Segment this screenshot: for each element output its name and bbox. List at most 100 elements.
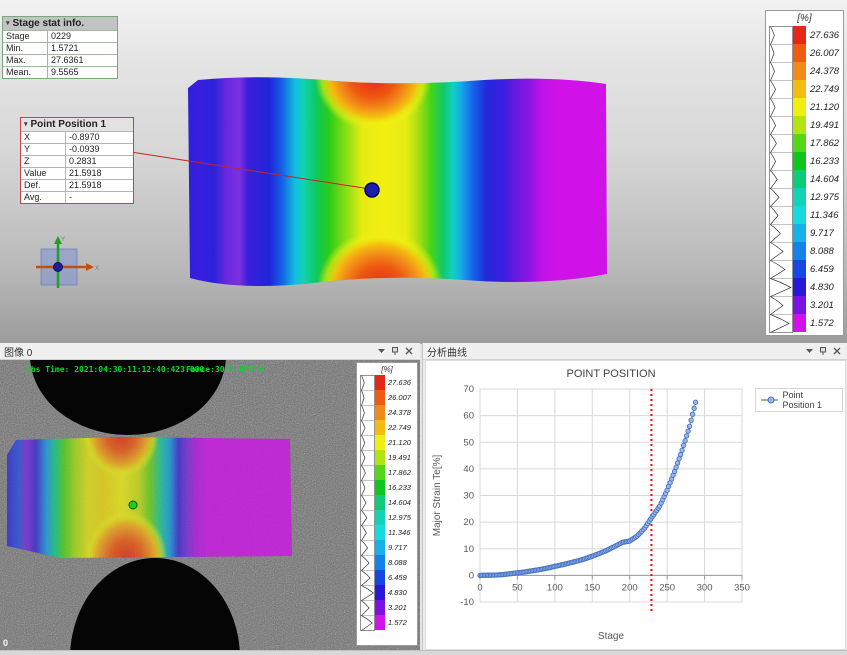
coordinate-triad[interactable]: Y X [22, 234, 102, 298]
panel-menu-icon[interactable] [374, 345, 388, 357]
x-axis-arrowhead [86, 263, 94, 271]
color-band [793, 296, 806, 314]
colorbar-value: 12.975 [806, 188, 839, 206]
strain-colorbar: [%] 27.63626.00724.37822.74921.12019.491… [765, 10, 844, 336]
strain-chart[interactable]: POINT POSITION-1001020304050607005010015… [425, 360, 846, 650]
camera-image[interactable]: Abs Time: 2021:04:30:11:12:40:423:000 Fo… [0, 360, 420, 650]
specimen-contour [184, 74, 610, 294]
svg-text:30: 30 [463, 491, 474, 502]
table-row: Y-0.0939 [21, 143, 133, 155]
x-axis-label: X [95, 266, 99, 272]
colorbar-value: 22.749 [806, 80, 839, 98]
close-icon[interactable] [402, 345, 416, 357]
image-panel-titlebar[interactable]: 图像 0 [0, 343, 420, 360]
force-osd: Force:3041.025 N [186, 365, 263, 374]
row-value: - [66, 192, 133, 203]
svg-text:50: 50 [463, 437, 474, 448]
table-row: Value21.5918 [21, 167, 133, 179]
color-band [375, 600, 385, 615]
stage-stats-title: Stage stat info. [13, 17, 85, 30]
row-label: Value [21, 168, 66, 179]
frame-number: 0 [3, 638, 8, 648]
row-label: Mean. [3, 67, 48, 78]
color-band [375, 510, 385, 525]
svg-text:100: 100 [547, 582, 563, 593]
stage-stats-table: ▾ Stage stat info. Stage0229Min.1.5721Ma… [2, 16, 118, 79]
svg-text:Major Strain Te[%]: Major Strain Te[%] [432, 455, 443, 537]
colorbar-value: 1.572 [806, 314, 839, 332]
colorbar-value: 6.459 [385, 570, 411, 585]
measurement-point-marker[interactable] [365, 183, 379, 197]
row-value: -0.0939 [66, 144, 133, 155]
tracked-point-marker[interactable] [129, 501, 137, 509]
legend-marker-icon [761, 396, 778, 404]
colorbar-value: 21.120 [806, 98, 839, 116]
stage-stats-rows: Stage0229Min.1.5721Max.27.6361Mean.9.556… [3, 30, 117, 78]
colorbar-value: 11.346 [806, 206, 839, 224]
image-panel: 图像 0 [0, 343, 420, 650]
table-row: Mean.9.5565 [3, 66, 117, 78]
color-band [793, 170, 806, 188]
pin-icon[interactable] [388, 345, 402, 357]
stage-stats-header[interactable]: ▾ Stage stat info. [3, 17, 117, 30]
color-band [793, 26, 806, 44]
table-row: Z0.2831 [21, 155, 133, 167]
point-position-rows: X-0.8970Y-0.0939Z0.2831Value21.5918Def.2… [21, 131, 133, 203]
color-band [793, 80, 806, 98]
color-band [375, 390, 385, 405]
color-band [375, 465, 385, 480]
colorbar-value: 9.717 [385, 540, 411, 555]
color-band [375, 555, 385, 570]
colorbar-bands [375, 375, 385, 630]
color-band [375, 450, 385, 465]
svg-text:150: 150 [584, 582, 600, 593]
row-value: 1.5721 [48, 43, 117, 54]
table-row: Avg.- [21, 191, 133, 203]
svg-text:-10: -10 [460, 597, 474, 608]
curve-panel-titlebar[interactable]: 分析曲线 [423, 343, 847, 360]
color-band [793, 206, 806, 224]
colorbar-bands [793, 26, 806, 332]
table-row: Stage0229 [3, 30, 117, 42]
strain-histogram [360, 375, 375, 632]
panel-menu-icon[interactable] [802, 345, 816, 357]
color-band [793, 242, 806, 260]
colorbar-value: 3.201 [385, 600, 411, 615]
svg-text:250: 250 [659, 582, 675, 593]
svg-text:40: 40 [463, 464, 474, 475]
svg-text:0: 0 [477, 582, 482, 593]
row-label: Z [21, 156, 66, 167]
chart-legend[interactable]: Point Position 1 [755, 388, 843, 412]
color-band [375, 585, 385, 600]
row-value: 0229 [48, 31, 117, 42]
color-band [375, 405, 385, 420]
curve-panel-title: 分析曲线 [427, 344, 802, 359]
colorbar-value: 14.604 [385, 495, 411, 510]
colorbar-value: 17.862 [806, 134, 839, 152]
row-label: Min. [3, 43, 48, 54]
colorbar-value: 27.636 [385, 375, 411, 390]
table-row: Max.27.6361 [3, 54, 117, 66]
window-statusbar [0, 650, 847, 655]
svg-text:10: 10 [463, 544, 474, 555]
point-position-header[interactable]: ▾ Point Position 1 [21, 118, 133, 131]
row-label: Max. [3, 55, 48, 66]
row-label: X [21, 132, 66, 143]
pin-icon[interactable] [816, 345, 830, 357]
color-band [375, 495, 385, 510]
point-position-table: ▾ Point Position 1 X-0.8970Y-0.0939Z0.28… [20, 117, 134, 204]
svg-text:200: 200 [622, 582, 638, 593]
table-row: Def.21.5918 [21, 179, 133, 191]
row-value: -0.8970 [66, 132, 133, 143]
color-band [375, 525, 385, 540]
strain-3d-viewport[interactable]: ▾ Stage stat info. Stage0229Min.1.5721Ma… [0, 0, 847, 344]
colorbar-value: 24.378 [806, 62, 839, 80]
collapse-icon[interactable]: ▾ [6, 17, 10, 30]
color-band [793, 278, 806, 296]
collapse-icon[interactable]: ▾ [24, 118, 28, 131]
color-band [793, 44, 806, 62]
color-band [793, 62, 806, 80]
colorbar-value: 8.088 [806, 242, 839, 260]
colorbar-value: 17.862 [385, 465, 411, 480]
close-icon[interactable] [830, 345, 844, 357]
